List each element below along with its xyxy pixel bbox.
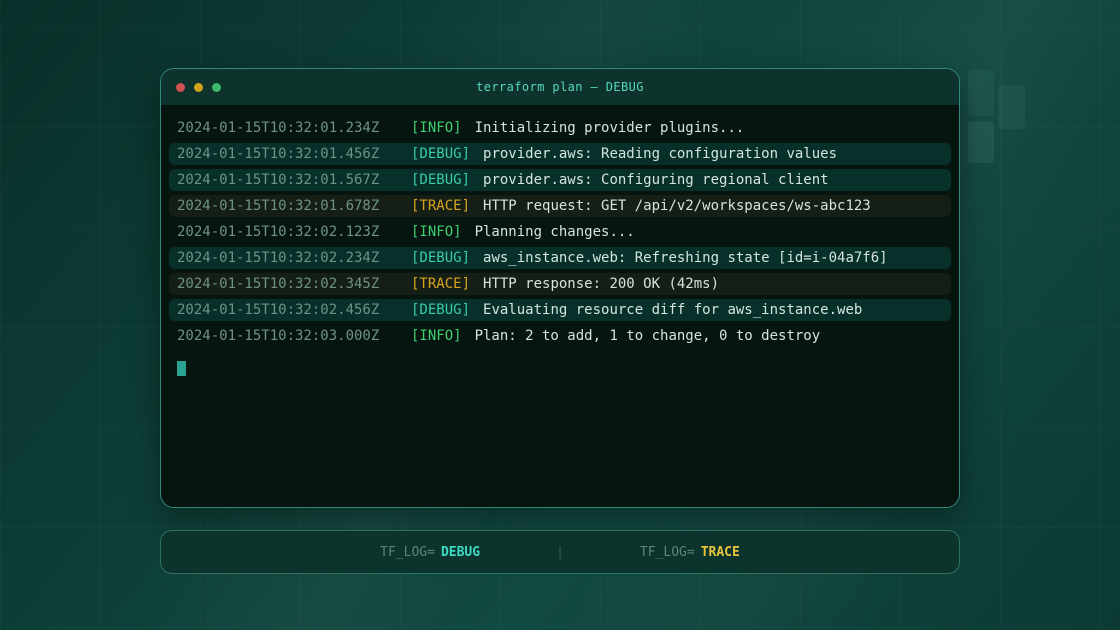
decorative-tile <box>968 70 994 116</box>
terminal-output[interactable]: 2024-01-15T10:32:01.234Z[INFO]Initializi… <box>161 105 959 377</box>
decorative-tile <box>998 85 1025 129</box>
log-timestamp: 2024-01-15T10:32:02.234Z <box>177 250 411 266</box>
log-row: 2024-01-15T10:32:02.456Z[DEBUG] Evaluatin… <box>169 299 951 321</box>
log-row: 2024-01-15T10:32:02.123Z[INFO] Planning c… <box>169 221 951 243</box>
env-var-value-debug: DEBUG <box>441 545 480 560</box>
log-row: 2024-01-15T10:32:01.456Z[DEBUG] provider.… <box>169 143 951 165</box>
log-row: 2024-01-15T10:32:03.000Z[INFO] Plan: 2 to… <box>169 325 951 347</box>
log-level-badge: [TRACE] <box>411 198 470 214</box>
window-titlebar[interactable]: terraform plan — DEBUG <box>161 69 959 105</box>
terminal-window: terraform plan — DEBUG 2024-01-15T10:32:… <box>160 68 960 508</box>
env-var-value-trace: TRACE <box>701 545 740 560</box>
log-level-badge: [DEBUG] <box>411 172 470 188</box>
log-level-badge: [TRACE] <box>411 276 470 292</box>
status-bar: TF_LOG= DEBUG | TF_LOG= TRACE <box>160 530 960 574</box>
log-level-badge: [INFO] <box>411 328 462 344</box>
log-timestamp: 2024-01-15T10:32:02.123Z <box>177 224 411 240</box>
log-timestamp: 2024-01-15T10:32:01.456Z <box>177 146 411 162</box>
log-timestamp: 2024-01-15T10:32:01.234Z <box>177 120 411 136</box>
log-message: provider.aws: Reading configuration valu… <box>483 146 837 162</box>
log-row: 2024-01-15T10:32:01.678Z[TRACE] HTTP requ… <box>169 195 951 217</box>
log-row: 2024-01-15T10:32:02.345Z[TRACE] HTTP resp… <box>169 273 951 295</box>
terminal-cursor <box>177 361 186 376</box>
log-timestamp: 2024-01-15T10:32:02.345Z <box>177 276 411 292</box>
close-button-icon[interactable] <box>176 83 185 92</box>
log-level-badge: [DEBUG] <box>411 250 470 266</box>
log-level-badge: [DEBUG] <box>411 146 470 162</box>
log-message: Initializing provider plugins... <box>475 120 745 136</box>
log-timestamp: 2024-01-15T10:32:01.567Z <box>177 172 411 188</box>
log-row: 2024-01-15T10:32:02.234Z[DEBUG] aws_insta… <box>169 247 951 269</box>
log-timestamp: 2024-01-15T10:32:03.000Z <box>177 328 411 344</box>
log-message: HTTP response: 200 OK (42ms) <box>483 276 719 292</box>
log-row: 2024-01-15T10:32:01.567Z[DEBUG] provider.… <box>169 169 951 191</box>
decorative-tile <box>968 121 994 163</box>
minimize-button-icon[interactable] <box>194 83 203 92</box>
log-level-badge: [INFO] <box>411 224 462 240</box>
log-level-badge: [INFO] <box>411 120 462 136</box>
status-bar-divider: | <box>556 545 564 560</box>
log-message: aws_instance.web: Refreshing state [id=i… <box>483 250 888 266</box>
log-message: Evaluating resource diff for aws_instanc… <box>483 302 862 318</box>
log-message: HTTP request: GET /api/v2/workspaces/ws-… <box>483 198 871 214</box>
window-title: terraform plan — DEBUG <box>476 80 644 94</box>
traffic-lights <box>176 69 221 105</box>
log-message: Plan: 2 to add, 1 to change, 0 to destro… <box>475 328 821 344</box>
tf-log-trace-setting: TF_LOG= TRACE <box>640 545 740 560</box>
env-var-label: TF_LOG= <box>380 545 435 560</box>
env-var-label: TF_LOG= <box>640 545 695 560</box>
log-timestamp: 2024-01-15T10:32:01.678Z <box>177 198 411 214</box>
zoom-button-icon[interactable] <box>212 83 221 92</box>
tf-log-debug-setting: TF_LOG= DEBUG <box>380 545 480 560</box>
prompt-line <box>169 361 951 377</box>
log-message: provider.aws: Configuring regional clien… <box>483 172 829 188</box>
log-timestamp: 2024-01-15T10:32:02.456Z <box>177 302 411 318</box>
log-row: 2024-01-15T10:32:01.234Z[INFO] Initializi… <box>169 117 951 139</box>
log-message: Planning changes... <box>475 224 635 240</box>
log-level-badge: [DEBUG] <box>411 302 470 318</box>
